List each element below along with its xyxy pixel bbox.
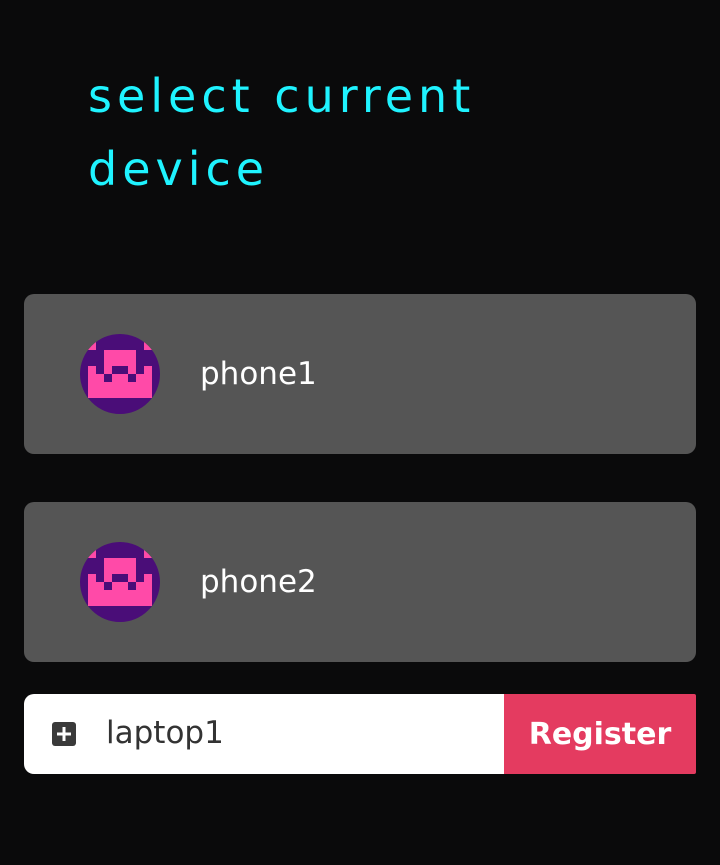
device-name: phone2 [200, 564, 317, 600]
device-card-phone2[interactable]: phone2 [24, 502, 696, 662]
register-device-form: Register [24, 694, 696, 774]
pixel-robot-avatar-icon [80, 542, 160, 622]
pixel-robot-avatar-icon [80, 334, 160, 414]
plus-square-icon [52, 722, 76, 746]
device-select-page: select current device phone1 phone2 lapt… [0, 0, 720, 865]
device-name-input[interactable] [106, 706, 486, 760]
register-button[interactable]: Register [504, 694, 696, 774]
device-name-field [24, 694, 504, 774]
page-title: select current device [88, 69, 476, 196]
device-name: phone1 [200, 356, 317, 392]
device-card-phone1[interactable]: phone1 [24, 294, 696, 454]
